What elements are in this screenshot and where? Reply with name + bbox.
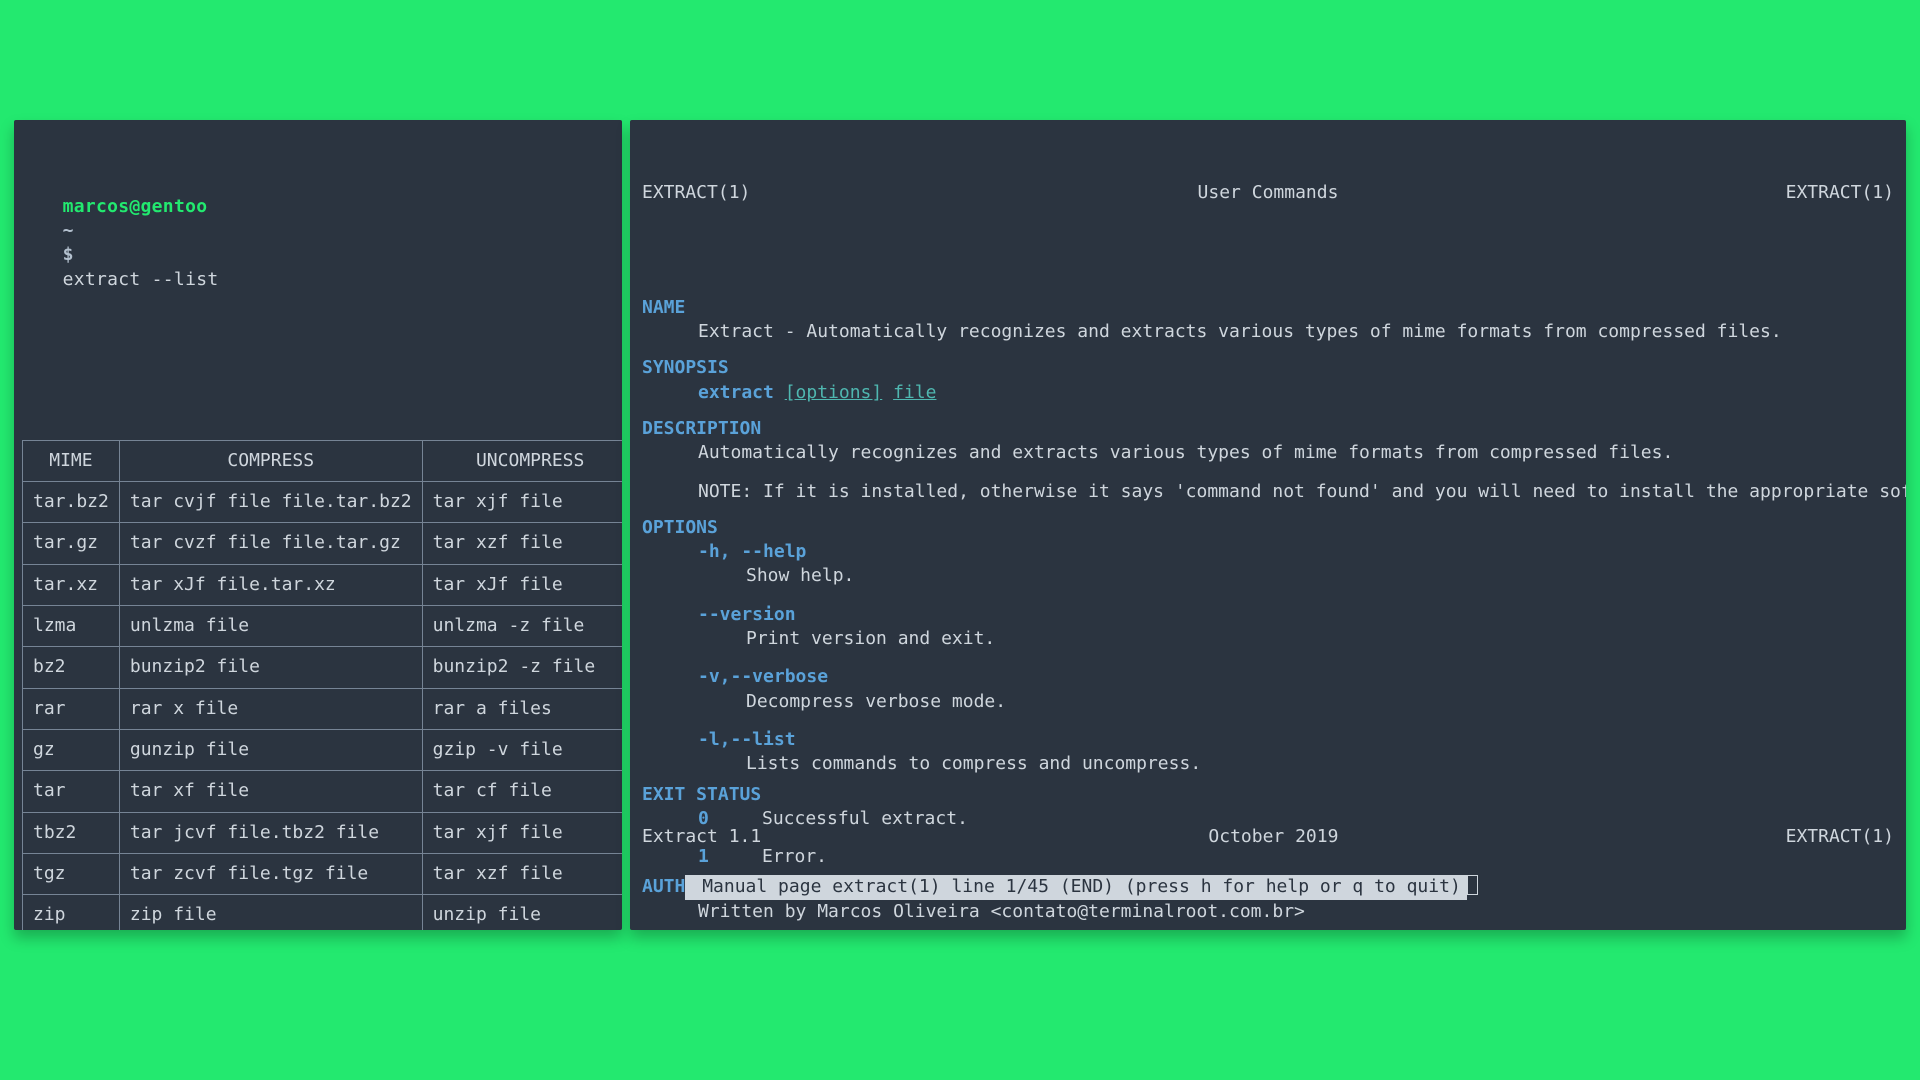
cell-compress: tar cvzf file file.tar.gz: [119, 523, 422, 564]
synopsis-options-link[interactable]: [options]: [785, 382, 883, 403]
cell-mime: rar: [23, 688, 120, 729]
man-footer: Extract 1.1 October 2019 EXTRACT(1): [642, 811, 1894, 851]
man-footer-right: EXTRACT(1): [1786, 825, 1894, 849]
cell-uncompress: gzip -v file: [422, 729, 622, 770]
man-header-center: User Commands: [1198, 181, 1339, 205]
option-flag: -l,--list: [642, 728, 1894, 752]
mime-tbody: tar.bz2 tar cvjf file file.tar.bz2 tar x…: [23, 482, 623, 930]
cell-mime: gz: [23, 729, 120, 770]
cell-mime: tar.bz2: [23, 482, 120, 523]
table-row: tgz tar zcvf file.tgz file tar xzf file: [23, 853, 623, 894]
cell-mime: tgz: [23, 853, 120, 894]
synopsis-cmd: extract: [698, 382, 774, 403]
man-status-bar: Manual page extract(1) line 1/45 (END) (…: [685, 875, 1466, 899]
prompt-symbol: $: [63, 244, 74, 265]
cell-compress: tar cvjf file file.tar.bz2: [119, 482, 422, 523]
section-options: OPTIONS: [642, 516, 1894, 540]
cell-uncompress: tar xzf file: [422, 853, 622, 894]
spacer: [642, 589, 1894, 603]
prompt-cwd: ~: [63, 220, 74, 241]
cell-compress: tar jcvf file.tbz2 file: [119, 812, 422, 853]
table-row: tar.gz tar cvzf file file.tar.gz tar xzf…: [23, 523, 623, 564]
cell-mime: zip: [23, 895, 120, 930]
cell-compress: tar xJf file.tar.xz: [119, 564, 422, 605]
cell-compress: unlzma file: [119, 606, 422, 647]
cell-uncompress: tar xjf file: [422, 482, 622, 523]
cell-mime: tar.xz: [23, 564, 120, 605]
cell-uncompress: unlzma -z file: [422, 606, 622, 647]
man-footer-center: October 2019: [1208, 825, 1338, 849]
option-flag-text: -l,--list: [698, 729, 796, 750]
spacer: [642, 714, 1894, 728]
cell-compress: gunzip file: [119, 729, 422, 770]
section-name: NAME: [642, 296, 1894, 320]
table-row: gz gunzip file gzip -v file: [23, 729, 623, 770]
cell-mime: tar: [23, 771, 120, 812]
synopsis-file-link[interactable]: file: [893, 382, 936, 403]
man-header-right: EXTRACT(1): [1786, 181, 1894, 205]
section-description: DESCRIPTION: [642, 417, 1894, 441]
cell-uncompress: rar a files: [422, 688, 622, 729]
table-row: bz2 bunzip2 file bunzip2 -z file: [23, 647, 623, 688]
table-row: rar rar x file rar a files: [23, 688, 623, 729]
prompt-command: extract --list: [63, 269, 219, 290]
man-status-wrap: Extract 1.1 October 2019 EXTRACT(1) Manu…: [642, 762, 1894, 924]
option-desc: Show help.: [642, 564, 1894, 588]
cell-mime: lzma: [23, 606, 120, 647]
option-flag-text: --version: [698, 604, 796, 625]
man-header-left: EXTRACT(1): [642, 181, 750, 205]
description-note: NOTE: If it is installed, otherwise it s…: [642, 480, 1894, 504]
cursor-icon: [1467, 875, 1478, 895]
section-synopsis: SYNOPSIS: [642, 356, 1894, 380]
option-flag: --version: [642, 603, 1894, 627]
spacer: [642, 651, 1894, 665]
table-row: zip zip file unzip file: [23, 895, 623, 930]
cell-uncompress: tar xzf file: [422, 523, 622, 564]
option-desc: Print version and exit.: [642, 627, 1894, 651]
prompt-line-top: marcos@gentoo ~ $ extract --list: [14, 169, 622, 319]
table-header-row: MIME COMPRESS UNCOMPRESS: [23, 440, 623, 481]
spacer: [642, 466, 1894, 480]
table-row: tar.xz tar xJf file.tar.xz tar xJf file: [23, 564, 623, 605]
col-compress: COMPRESS: [119, 440, 422, 481]
cell-compress: tar zcvf file.tgz file: [119, 853, 422, 894]
table-row: tar.bz2 tar cvjf file file.tar.bz2 tar x…: [23, 482, 623, 523]
cell-uncompress: tar xjf file: [422, 812, 622, 853]
table-row: tbz2 tar jcvf file.tbz2 file tar xjf fil…: [23, 812, 623, 853]
option-flag: -h, --help: [642, 540, 1894, 564]
table-row: lzma unlzma file unlzma -z file: [23, 606, 623, 647]
description-text: Automatically recognizes and extracts va…: [642, 441, 1894, 465]
man-footer-left: Extract 1.1: [642, 825, 761, 849]
cell-compress: zip file: [119, 895, 422, 930]
man-header: EXTRACT(1) User Commands EXTRACT(1): [642, 179, 1894, 217]
cell-uncompress: tar xJf file: [422, 564, 622, 605]
prompt-at: @: [129, 196, 140, 217]
mime-table: MIME COMPRESS UNCOMPRESS tar.bz2 tar cvj…: [22, 440, 622, 930]
col-mime: MIME: [23, 440, 120, 481]
cell-uncompress: bunzip2 -z file: [422, 647, 622, 688]
terminal-right-manpage[interactable]: EXTRACT(1) User Commands EXTRACT(1) NAME…: [630, 120, 1906, 930]
option-flag-text: -h, --help: [698, 541, 806, 562]
cell-compress: bunzip2 file: [119, 647, 422, 688]
synopsis-line: extract [options] file: [642, 381, 1894, 405]
prompt-user: marcos: [63, 196, 130, 217]
col-uncompress: UNCOMPRESS: [422, 440, 622, 481]
cell-compress: tar xf file: [119, 771, 422, 812]
prompt-host: gentoo: [141, 196, 208, 217]
cell-compress: rar x file: [119, 688, 422, 729]
cell-mime: tar.gz: [23, 523, 120, 564]
cell-uncompress: unzip file: [422, 895, 622, 930]
option-flag-text: -v,--verbose: [698, 666, 828, 687]
option-desc: Decompress verbose mode.: [642, 690, 1894, 714]
cell-uncompress: tar cf file: [422, 771, 622, 812]
name-text: Extract - Automatically recognizes and e…: [642, 320, 1894, 344]
options-list: -h, --helpShow help. --versionPrint versi…: [642, 540, 1894, 776]
terminal-left[interactable]: marcos@gentoo ~ $ extract --list MIME CO…: [14, 120, 622, 930]
table-row: tar tar xf file tar cf file: [23, 771, 623, 812]
mime-table-wrap: MIME COMPRESS UNCOMPRESS tar.bz2 tar cvj…: [14, 391, 622, 930]
cell-mime: tbz2: [23, 812, 120, 853]
option-flag: -v,--verbose: [642, 665, 1894, 689]
cell-mime: bz2: [23, 647, 120, 688]
